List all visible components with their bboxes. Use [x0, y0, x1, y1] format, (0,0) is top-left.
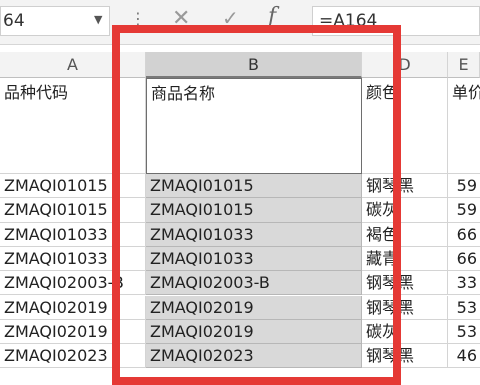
cell-e[interactable]: 66 [448, 247, 480, 272]
cell-b[interactable]: ZMAQI01033 [146, 222, 362, 247]
cell-a[interactable]: ZMAQI02023 [0, 344, 146, 369]
insert-function-icon[interactable]: f [268, 4, 276, 29]
cell-d[interactable]: 碳灰 [362, 319, 448, 345]
cell-d[interactable]: 褐色 [362, 222, 448, 247]
cell-b[interactable]: ZMAQI02023 [146, 344, 362, 369]
cell-e-header[interactable]: 单价 [448, 78, 480, 174]
cell-a[interactable]: ZMAQI01033 [0, 222, 146, 247]
cell-e[interactable]: 66 [448, 223, 480, 247]
cell-a[interactable]: ZMAQI01015 [0, 174, 146, 199]
cell-b[interactable]: ZMAQI02003-B [146, 271, 362, 296]
cell-d[interactable]: 钢琴黑 [362, 344, 448, 369]
cell-d[interactable]: 藏青 [362, 246, 448, 272]
column-header-b[interactable]: B [146, 52, 362, 78]
cell-b[interactable]: ZMAQI02019 [146, 319, 362, 345]
formula-bar: 64 ▼ ⋮ ✕ ✓ f =A164 [0, 0, 480, 45]
cell-b[interactable]: ZMAQI01033 [146, 246, 362, 272]
cell-e[interactable]: 53 [448, 320, 480, 345]
cell-a[interactable]: ZMAQI01033 [0, 246, 146, 272]
chevron-down-icon[interactable]: ▼ [94, 13, 102, 26]
more-icon: ⋮ [130, 9, 146, 28]
column-header-a[interactable]: A [0, 52, 146, 78]
cell-d-header[interactable]: 颜色 [362, 78, 448, 174]
cell-e[interactable]: 59 [448, 198, 480, 223]
cell-b-header[interactable]: 商品名称 [146, 78, 362, 174]
cell-a[interactable]: ZMAQI02019 [0, 319, 146, 345]
column-header-e[interactable]: E [448, 52, 480, 78]
cell-e[interactable]: 53 [448, 296, 480, 320]
enter-icon[interactable]: ✓ [222, 6, 239, 30]
cell-a[interactable]: ZMAQI02003-B [0, 271, 146, 296]
cancel-icon[interactable]: ✕ [172, 6, 190, 31]
cell-a[interactable]: ZMAQI01015 [0, 198, 146, 223]
cell-e[interactable]: 59 [448, 174, 480, 199]
cell-d[interactable]: 碳灰 [362, 198, 448, 223]
cell-a[interactable]: ZMAQI02019 [0, 295, 146, 320]
cell-e[interactable]: 46 [448, 344, 480, 369]
cell-d[interactable]: 钢琴黑 [362, 174, 448, 199]
cell-d[interactable]: 钢琴黑 [362, 295, 448, 320]
cell-b[interactable]: ZMAQI01015 [146, 198, 362, 223]
cell-a-header[interactable]: 品种代码 [0, 78, 146, 174]
cell-e[interactable]: 33 [448, 271, 480, 296]
cell-b[interactable]: ZMAQI02019 [146, 295, 362, 320]
formula-input[interactable]: =A164 [312, 6, 480, 36]
column-header-d[interactable]: D [362, 52, 448, 78]
cell-b[interactable]: ZMAQI01015 [146, 174, 362, 199]
cell-d[interactable]: 钢琴黑 [362, 271, 448, 296]
